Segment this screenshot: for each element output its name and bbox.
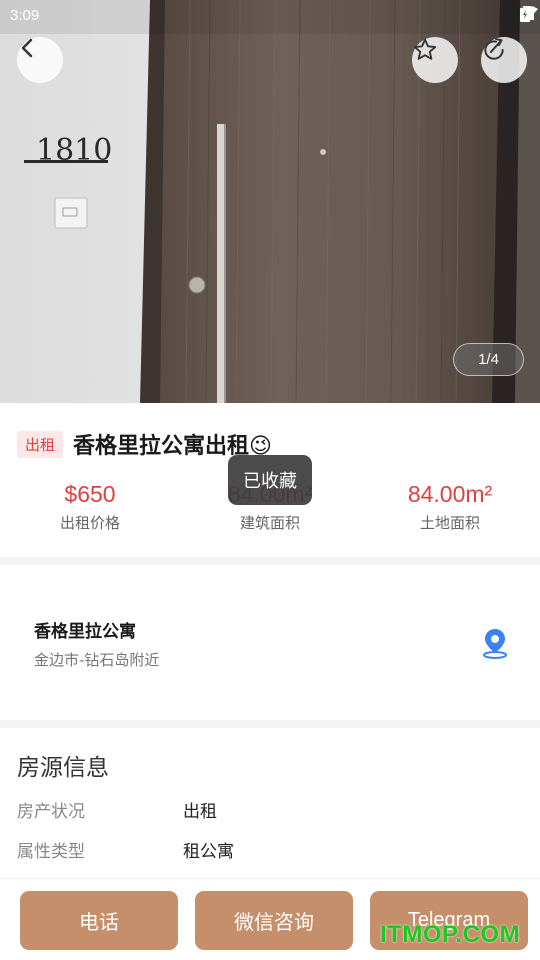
stat-value: $650 [64,481,116,507]
chevron-left-icon [21,38,33,58]
info-key: 房产状况 [17,802,85,822]
star-icon [413,38,437,60]
map-pin-icon [483,629,507,659]
stat-label: 土地面积 [419,514,480,532]
image-counter: 1/4 [453,343,524,376]
location-name: 香格里拉公寓 [34,622,136,642]
stat-price: $650 出租价格 [0,478,180,538]
info-row: 房产状况 出租 [17,797,217,822]
share-button[interactable] [481,37,527,83]
info-key: 属性类型 [17,842,85,862]
stat-value: 84.00m² [407,481,493,507]
favorite-button[interactable] [412,37,458,83]
battery-icon [520,6,530,22]
status-bar: 3:09 [0,0,540,32]
back-button[interactable] [17,37,63,83]
section-divider [0,720,540,728]
watermark: ITMOP.COM [380,921,521,948]
property-info-title: 房源信息 [17,755,109,781]
map-pin-button[interactable] [480,627,510,663]
stat-label: 出租价格 [59,514,120,532]
favorited-toast: 已收藏 [228,455,312,505]
door-photo: 1810 [0,0,540,403]
section-divider [0,557,540,565]
info-value: 出租 [183,802,217,822]
wechat-button[interactable]: 微信咨询 [195,891,353,950]
stat-label: 建筑面积 [239,514,300,532]
info-row: 属性类型 租公寓 [17,837,234,862]
stat-land-area: 84.00m² 土地面积 [360,478,540,538]
rent-tag: 出租 [17,430,64,458]
share-icon [484,38,504,60]
phone-button[interactable]: 电话 [20,891,178,950]
listing-photo-gallery[interactable]: 1810 3:09 1/4 [0,0,540,403]
location-address: 金边市-钻石岛附近 [34,651,160,669]
status-time: 3:09 [10,7,40,24]
info-value: 租公寓 [183,842,234,862]
